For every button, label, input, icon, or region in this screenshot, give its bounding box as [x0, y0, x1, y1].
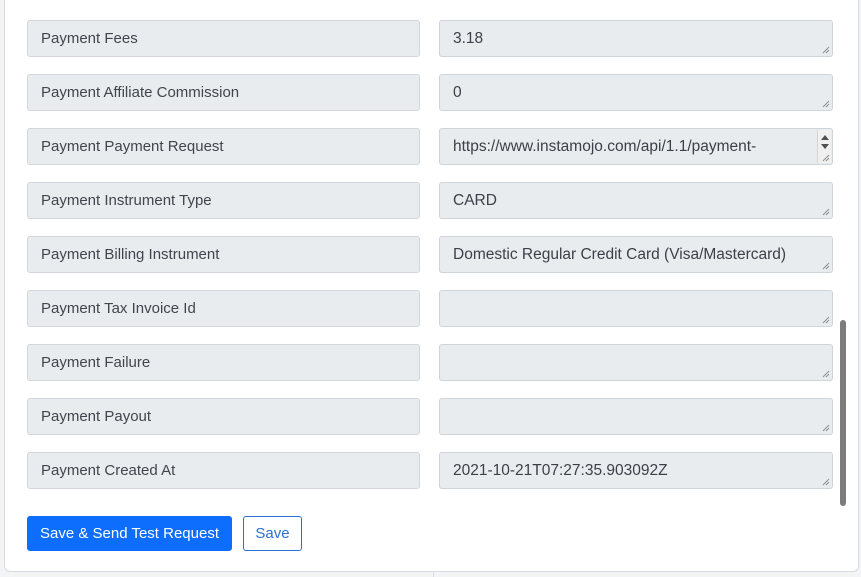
scrollbar-thumb[interactable] [840, 320, 846, 506]
field-value-text: https://www.instamojo.com/api/1.1/paymen… [453, 138, 757, 155]
field-row: Payment Affiliate Commission 0 [5, 74, 858, 111]
field-mapping-panel: Payment Fees 3.18 Payment Affiliate Comm… [4, 0, 859, 572]
field-label: Payment Fees [27, 20, 420, 57]
field-row: Payment Tax Invoice Id [5, 290, 858, 327]
field-value-textarea[interactable]: https://www.instamojo.com/api/1.1/paymen… [439, 128, 833, 165]
field-value-input[interactable] [439, 290, 833, 327]
field-value-input[interactable]: 0 [439, 74, 833, 111]
spin-down-icon[interactable] [821, 144, 829, 149]
field-value-input[interactable] [439, 398, 833, 435]
field-value-input[interactable]: CARD [439, 182, 833, 219]
field-row: Payment Payment Request https://www.inst… [5, 128, 858, 165]
field-label: Payment Failure [27, 344, 420, 381]
field-value-input[interactable]: 3.18 [439, 20, 833, 57]
resize-grip-icon[interactable] [822, 100, 830, 108]
save-and-send-test-request-button[interactable]: Save & Send Test Request [27, 516, 233, 551]
field-label: Payment Created At [27, 452, 420, 489]
spin-up-icon[interactable] [821, 135, 829, 140]
field-label: Payment Billing Instrument [27, 236, 420, 273]
resize-grip-icon[interactable] [822, 424, 830, 432]
resize-grip-icon[interactable] [822, 478, 830, 486]
resize-grip-icon[interactable] [822, 46, 830, 54]
field-value-input[interactable]: 2021-10-21T07:27:35.903092Z [439, 452, 833, 489]
resize-grip-icon[interactable] [822, 262, 830, 270]
field-value-input[interactable]: Domestic Regular Credit Card (Visa/Maste… [439, 236, 833, 273]
field-value-text: 0 [453, 84, 462, 101]
resize-grip-icon[interactable] [822, 370, 830, 378]
field-row: Payment Payout [5, 398, 858, 435]
field-label: Payment Tax Invoice Id [27, 290, 420, 327]
field-label: Payment Instrument Type [27, 182, 420, 219]
field-value-text: 2021-10-21T07:27:35.903092Z [453, 462, 668, 479]
field-label: Payment Affiliate Commission [27, 74, 420, 111]
resize-grip-icon[interactable] [822, 316, 830, 324]
field-row: Payment Billing Instrument Domestic Regu… [5, 236, 858, 273]
divider [433, 572, 434, 577]
field-value-clip: https://www.instamojo.com/api/1.1/paymen… [453, 129, 808, 164]
field-row: Payment Created At 2021-10-21T07:27:35.9… [5, 452, 858, 489]
field-value-input[interactable] [439, 344, 833, 381]
field-label: Payment Payout [27, 398, 420, 435]
save-button[interactable]: Save [243, 516, 302, 551]
vertical-scrollbar[interactable] [840, 0, 846, 571]
field-value-text: 3.18 [453, 30, 484, 47]
field-row: Payment Failure [5, 344, 858, 381]
field-label: Payment Payment Request [27, 128, 420, 165]
field-value-text: CARD [453, 192, 497, 209]
resize-grip-icon[interactable] [822, 154, 830, 162]
field-row: Payment Fees 3.18 [5, 20, 858, 57]
field-value-text: Domestic Regular Credit Card (Visa/Maste… [453, 246, 787, 263]
field-row: Payment Instrument Type CARD [5, 182, 858, 219]
resize-grip-icon[interactable] [822, 208, 830, 216]
